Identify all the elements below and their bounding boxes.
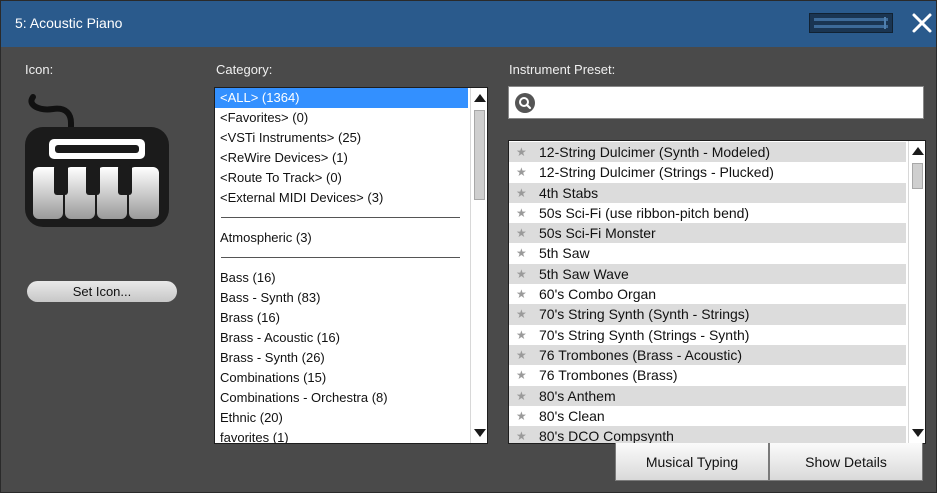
scroll-down-icon[interactable] — [474, 429, 486, 437]
preset-item[interactable]: ★ 12-String Dulcimer (Synth - Modeled) — [509, 142, 906, 163]
meter-bar — [814, 25, 888, 28]
category-item[interactable]: <Favorites> (0) — [215, 108, 468, 128]
preset-item[interactable]: ★ 80's Clean — [509, 406, 906, 426]
set-icon-button[interactable]: Set Icon... — [27, 281, 177, 302]
preset-search-box[interactable] — [508, 86, 924, 119]
category-item[interactable]: Atmospheric (3) — [215, 228, 468, 248]
preset-item[interactable]: ★ 76 Trombones (Brass - Acoustic) — [509, 344, 906, 366]
preset-item[interactable]: ★ 50s Sci-Fi Monster — [509, 223, 906, 244]
window-title: 5: Acoustic Piano — [15, 15, 123, 31]
star-icon[interactable]: ★ — [516, 304, 527, 324]
preset-label: 12-String Dulcimer (Synth - Modeled) — [539, 144, 771, 160]
category-item[interactable]: <ALL> (1364) — [215, 88, 468, 108]
preset-label: 5th Saw — [539, 245, 590, 262]
star-icon[interactable]: ★ — [516, 203, 527, 223]
preset-item[interactable]: ★ 80's DCO Compsynth — [509, 426, 906, 444]
scroll-down-icon[interactable] — [912, 429, 924, 437]
musical-typing-button[interactable]: Musical Typing — [615, 443, 769, 481]
close-icon[interactable] — [909, 10, 935, 36]
category-item[interactable]: Combinations - Orchestra (8) — [215, 388, 468, 408]
preset-item[interactable]: ★ 5th Saw Wave — [509, 263, 906, 285]
category-item[interactable]: Brass (16) — [215, 308, 468, 328]
preset-item[interactable]: ★ 60's Combo Organ — [509, 284, 906, 304]
category-items: <ALL> (1364) <Favorites> (0) <VSTi Instrum… — [215, 88, 468, 443]
preset-item[interactable]: ★ 70's String Synth (Strings - Synth) — [509, 325, 906, 345]
scroll-up-icon[interactable] — [912, 147, 924, 155]
star-icon[interactable]: ★ — [516, 243, 527, 263]
title-bar: 5: Acoustic Piano — [1, 1, 936, 47]
search-icon — [515, 93, 535, 113]
preset-label: 4th Stabs — [539, 184, 599, 201]
preset-label: 5th Saw Wave — [539, 265, 629, 282]
preset-item[interactable]: ★ 76 Trombones (Brass) — [509, 365, 906, 385]
category-item[interactable]: <VSTi Instruments> (25) — [215, 128, 468, 148]
preset-label: 70's String Synth (Strings - Synth) — [539, 326, 750, 343]
star-icon[interactable]: ★ — [516, 325, 527, 345]
star-icon[interactable]: ★ — [516, 406, 527, 426]
show-details-button[interactable]: Show Details — [769, 443, 923, 481]
search-input[interactable] — [541, 92, 915, 116]
star-icon[interactable]: ★ — [516, 183, 527, 203]
category-separator — [221, 257, 460, 258]
keyboard-icon — [25, 94, 169, 227]
preset-label: 60's Combo Organ — [539, 286, 657, 303]
category-item[interactable]: Bass (16) — [215, 268, 468, 288]
star-icon[interactable]: ★ — [516, 162, 527, 182]
category-item[interactable]: <Route To Track> (0) — [215, 168, 468, 188]
star-icon[interactable]: ★ — [516, 142, 527, 162]
preset-label: 76 Trombones (Brass - Acoustic) — [539, 346, 743, 363]
preset-label: 70's String Synth (Synth - Strings) — [539, 306, 750, 323]
category-list[interactable]: <ALL> (1364) <Favorites> (0) <VSTi Instrum… — [214, 87, 488, 444]
preset-item[interactable]: ★ 4th Stabs — [509, 182, 906, 203]
category-item[interactable]: favorites (1) — [215, 428, 468, 443]
meter-bar — [814, 18, 888, 21]
category-scrollbar[interactable] — [470, 88, 487, 443]
preset-item[interactable]: ★ 5th Saw — [509, 243, 906, 263]
preset-label: 76 Trombones (Brass) — [539, 367, 678, 384]
preset-label: 50s Sci-Fi Monster — [539, 225, 656, 242]
preset-label: 50s Sci-Fi (use ribbon-pitch bend) — [539, 204, 750, 221]
preset-item[interactable]: ★ 80's Anthem — [509, 385, 906, 406]
star-icon[interactable]: ★ — [516, 223, 527, 243]
star-icon[interactable]: ★ — [516, 365, 527, 385]
category-item[interactable]: Combinations (15) — [215, 368, 468, 388]
icon-label: Icon: — [25, 62, 54, 77]
preset-item[interactable]: ★ 70's String Synth (Synth - Strings) — [509, 304, 906, 325]
star-icon[interactable]: ★ — [516, 264, 527, 284]
preset-label: Instrument Preset: — [509, 62, 616, 77]
preset-label: 80's Clean — [539, 407, 605, 424]
preset-item[interactable]: ★ 50s Sci-Fi (use ribbon-pitch bend) — [509, 203, 906, 223]
scroll-thumb[interactable] — [474, 110, 485, 200]
preset-label: 80's DCO Compsynth — [539, 428, 674, 444]
scroll-up-icon[interactable] — [474, 94, 486, 102]
star-icon[interactable]: ★ — [516, 426, 527, 443]
category-separator — [221, 217, 460, 218]
preset-item[interactable]: ★ 12-String Dulcimer (Strings - Plucked) — [509, 162, 906, 182]
category-item[interactable]: Brass - Acoustic (16) — [215, 328, 468, 348]
star-icon[interactable]: ★ — [516, 345, 527, 365]
category-label: Category: — [216, 62, 273, 77]
preset-label: 80's Anthem — [539, 387, 616, 404]
instrument-dialog: 5: Acoustic Piano Icon: Category: Instru… — [0, 0, 937, 493]
scroll-thumb[interactable] — [912, 163, 923, 189]
level-meter — [809, 13, 893, 33]
category-item[interactable]: Bass - Synth (83) — [215, 288, 468, 308]
preset-scrollbar[interactable] — [908, 141, 925, 443]
category-item[interactable]: <ReWire Devices> (1) — [215, 148, 468, 168]
category-item[interactable]: <External MIDI Devices> (3) — [215, 188, 468, 208]
meter-marker — [884, 17, 886, 29]
category-item[interactable]: Brass - Synth (26) — [215, 348, 468, 368]
preset-label: 12-String Dulcimer (Strings - Plucked) — [539, 164, 774, 181]
star-icon[interactable]: ★ — [516, 386, 527, 406]
preset-list[interactable]: ★ 12-String Dulcimer (Synth - Modeled) ★ 12… — [508, 140, 926, 444]
star-icon[interactable]: ★ — [516, 284, 527, 304]
preset-items: ★ 12-String Dulcimer (Synth - Modeled) ★ 12… — [509, 142, 906, 444]
category-item[interactable]: Ethnic (20) — [215, 408, 468, 428]
